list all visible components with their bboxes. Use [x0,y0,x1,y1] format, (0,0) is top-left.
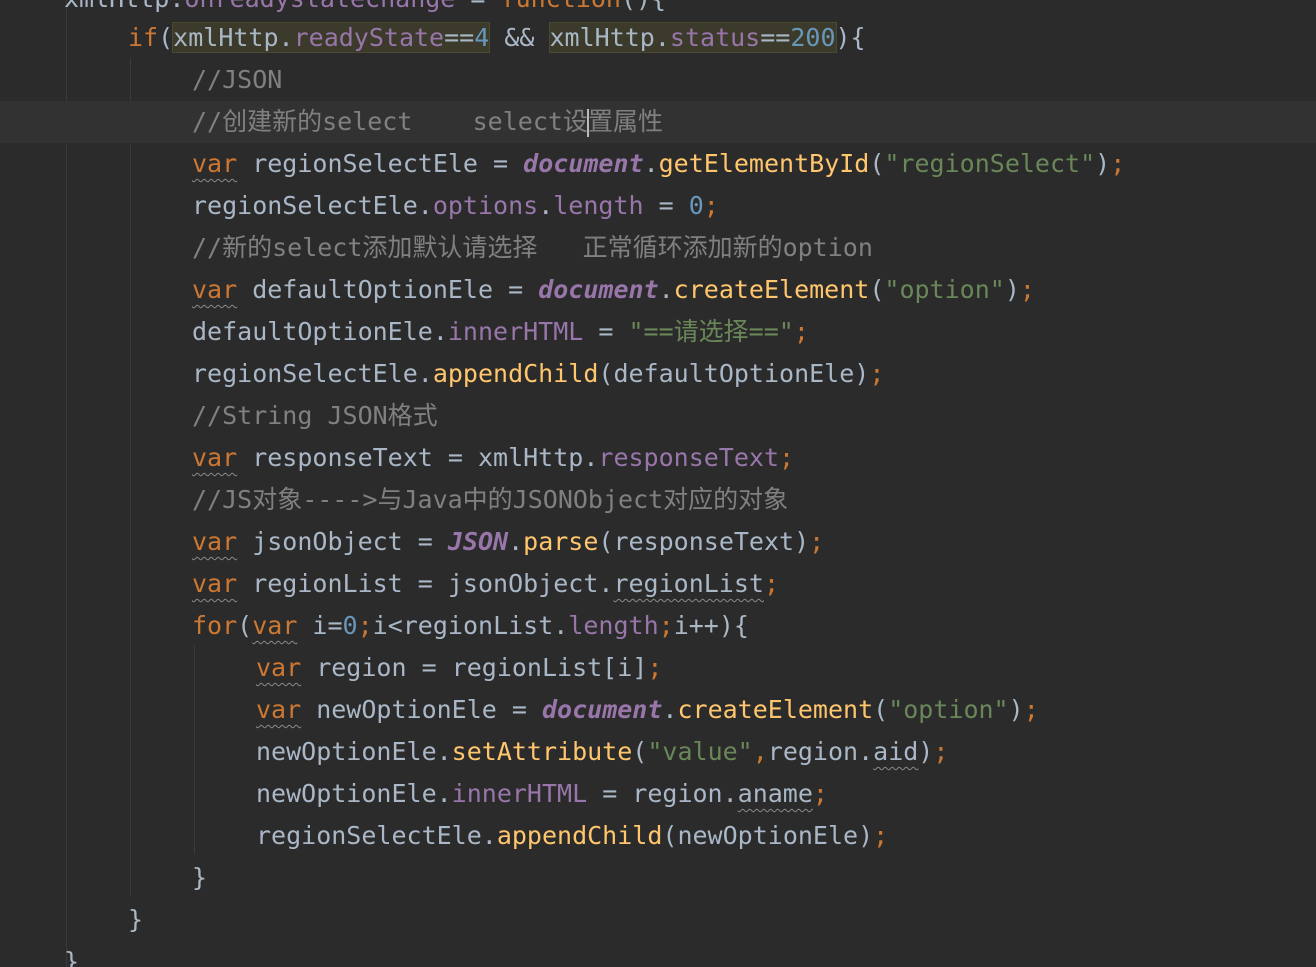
code-editor[interactable]: xmlHttp.onreadystatechange = function(){… [0,0,1316,967]
code-line[interactable]: for(var i=0;i<regionList.length;i++){ [192,605,1316,647]
code-line[interactable]: } [192,857,1316,899]
code-line[interactable]: defaultOptionEle.innerHTML = "==请选择=="; [192,311,1316,353]
code-line[interactable]: newOptionEle.setAttribute("value",region… [256,731,1316,773]
code-line[interactable]: //新的select添加默认请选择 正常循环添加新的option [192,227,1316,269]
code-line[interactable]: var region = regionList[i]; [256,647,1316,689]
code-line[interactable]: regionSelectEle.options.length = 0; [192,185,1316,227]
code-line[interactable]: var defaultOptionEle = document.createEl… [192,269,1316,311]
code-line[interactable]: var jsonObject = JSON.parse(responseText… [192,521,1316,563]
indent-guide [194,646,195,854]
code-line[interactable]: regionSelectEle.appendChild(defaultOptio… [192,353,1316,395]
code-line[interactable]: //String JSON格式 [192,395,1316,437]
code-line[interactable]: } [128,899,1316,941]
indent-guide [66,0,67,967]
code-line[interactable]: newOptionEle.innerHTML = region.aname; [256,773,1316,815]
code-line[interactable]: var regionSelectEle = document.getElemen… [192,143,1316,185]
code-line-current[interactable]: //创建新的select select设置属性 [0,101,1316,143]
code-line[interactable]: var regionList = jsonObject.regionList; [192,563,1316,605]
code-line[interactable]: //JS对象---->与Java中的JSONObject对应的对象 [192,479,1316,521]
code-line[interactable]: var responseText = xmlHttp.responseText; [192,437,1316,479]
code-line[interactable]: //JSON [192,59,1316,101]
code-line[interactable]: regionSelectEle.appendChild(newOptionEle… [256,815,1316,857]
code-line[interactable]: var newOptionEle = document.createElemen… [256,689,1316,731]
indent-guide [130,58,131,896]
code-line[interactable]: if(xmlHttp.readyState==4 && xmlHttp.stat… [128,17,1316,59]
code-line[interactable]: } [64,941,1316,967]
